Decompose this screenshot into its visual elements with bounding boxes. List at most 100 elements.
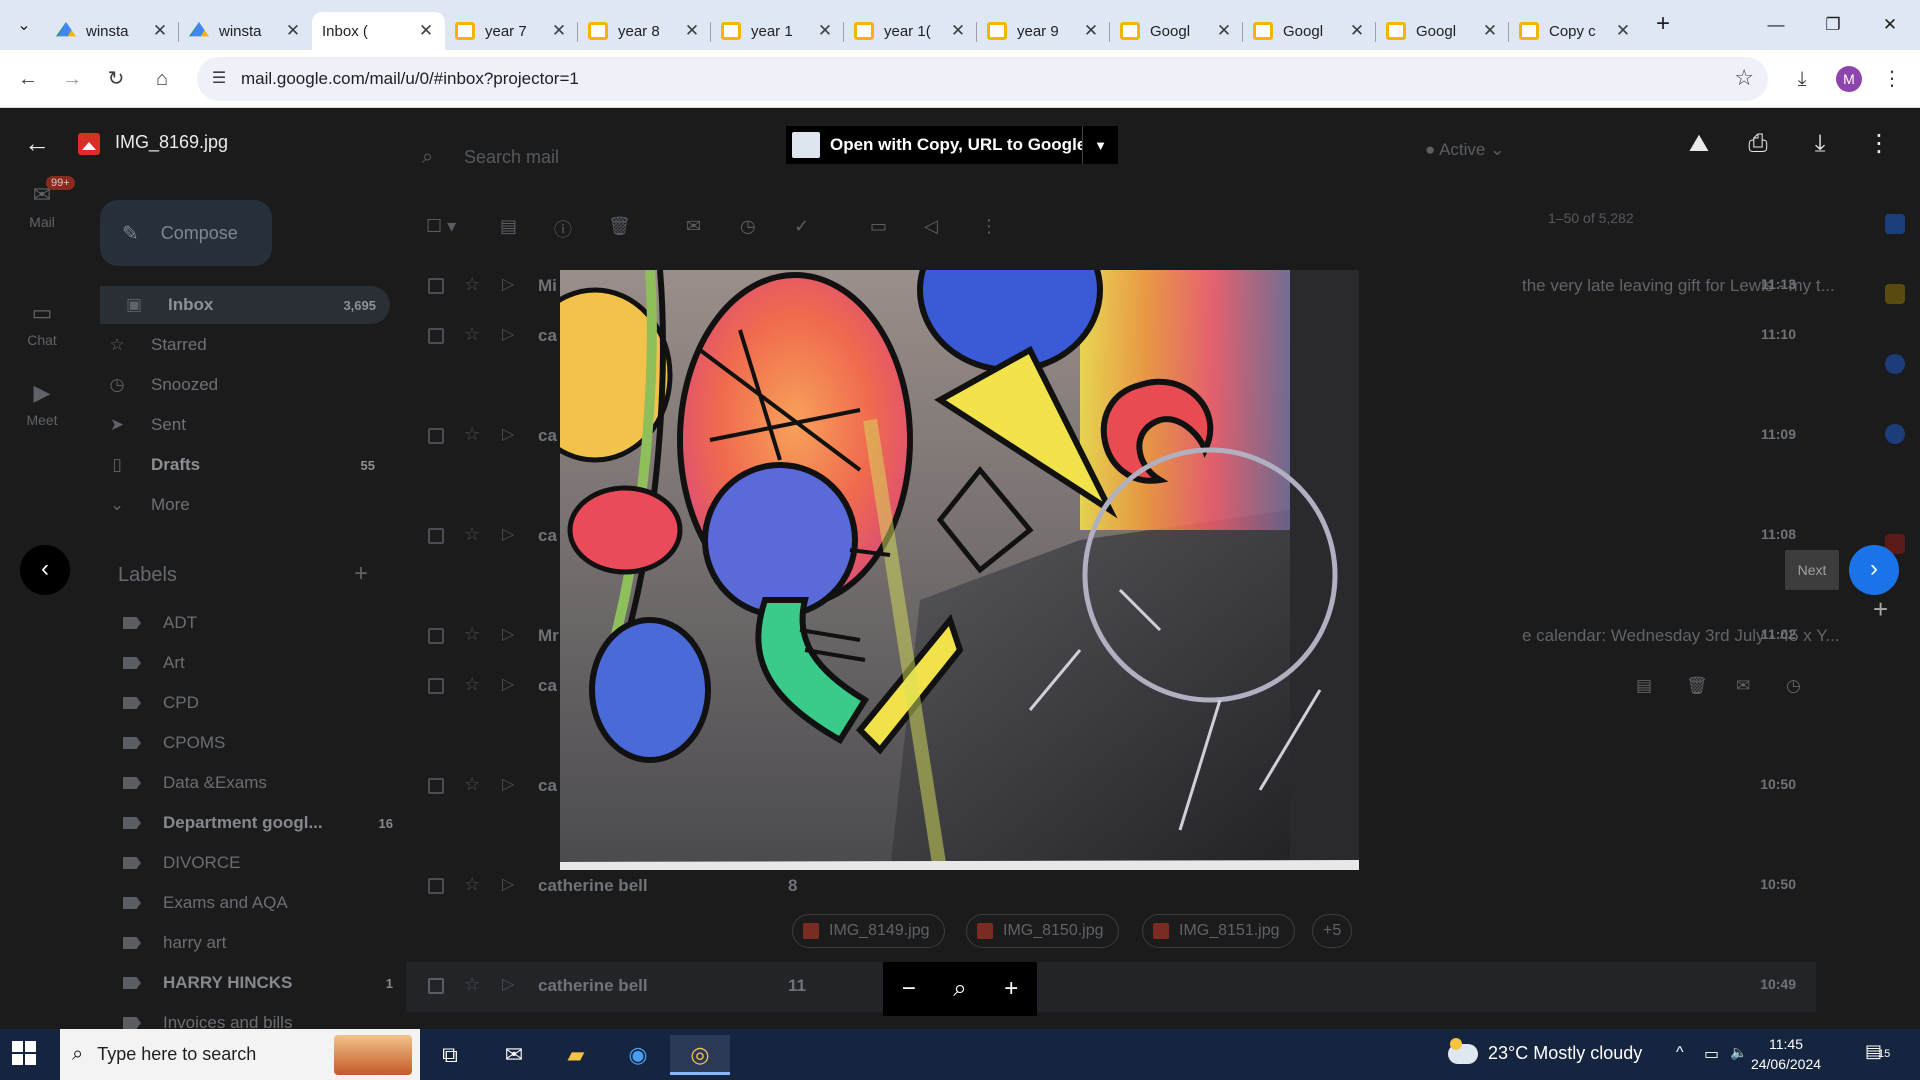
label-item[interactable]: harry art [123, 926, 403, 960]
window-close-icon[interactable]: ✕ [1867, 10, 1913, 40]
close-tab-icon[interactable]: ✕ [949, 21, 967, 41]
taskbar-search-box[interactable]: ⌕ Type here to search [60, 1029, 420, 1080]
label-item[interactable]: Exams and AQA [123, 886, 403, 920]
print-icon[interactable]: ⎙ [1742, 128, 1774, 160]
address-bar[interactable]: ☰ mail.google.com/mail/u/0/#inbox?projec… [197, 57, 1768, 101]
important-icon[interactable]: ▷ [502, 874, 514, 894]
maps-app-icon[interactable]: ◉ [618, 1035, 658, 1075]
nav-more[interactable]: ⌄ More [105, 486, 389, 524]
close-tab-icon[interactable]: ✕ [816, 21, 834, 41]
browser-tab[interactable]: year 7 ✕ [445, 12, 578, 50]
email-row[interactable]: ☆ ▷ catherine bell 11 10:49 [406, 962, 1816, 1012]
tasks-icon[interactable] [1885, 354, 1905, 374]
bookmark-star-icon[interactable]: ☆ [1734, 65, 1754, 91]
new-tab-plus-icon[interactable]: + [1650, 12, 1676, 38]
restore-icon[interactable]: ❐ [1810, 10, 1856, 40]
rail-mail[interactable]: ✉ 99+ Mail [0, 176, 84, 230]
next-image-button[interactable]: › [1849, 545, 1899, 595]
open-with-button[interactable]: Open with Copy, URL to Google ... ▼ [786, 126, 1118, 164]
delete-icon[interactable]: 🗑 [608, 216, 631, 237]
add-task-icon[interactable]: ✓ [794, 216, 809, 237]
report-spam-icon[interactable]: ⓘ [554, 216, 572, 242]
archive-icon[interactable]: ▤ [500, 216, 517, 237]
system-clock[interactable]: 11:45 24/06/2024 [1740, 1034, 1832, 1074]
open-with-dropdown-icon[interactable]: ▼ [1082, 126, 1118, 164]
tab-search-chevron-icon[interactable]: ⌄ [8, 10, 40, 40]
more-options-icon[interactable]: ⋮ [1863, 128, 1895, 160]
get-addons-plus-icon[interactable]: + [1873, 594, 1888, 625]
nav-snoozed[interactable]: ◷ Snoozed [105, 366, 389, 404]
minimize-icon[interactable]: — [1753, 10, 1799, 40]
browser-tab[interactable]: Copy c ✕ [1509, 12, 1642, 50]
network-icon[interactable]: ▭ [1704, 1044, 1719, 1064]
close-tab-icon[interactable]: ✕ [683, 21, 701, 41]
contacts-icon[interactable] [1885, 424, 1905, 444]
label-item[interactable]: Department googl... 16 [123, 806, 403, 840]
important-icon[interactable]: ▷ [502, 274, 514, 294]
nav-inbox[interactable]: ▣ Inbox 3,695 [100, 286, 390, 324]
close-tab-icon[interactable]: ✕ [417, 21, 435, 41]
snooze-icon[interactable]: ◷ [740, 216, 756, 237]
zoom-magnifier-icon[interactable]: ⌕ [953, 975, 966, 1003]
keep-icon[interactable] [1885, 284, 1905, 304]
star-icon[interactable]: ☆ [464, 774, 480, 795]
important-icon[interactable]: ▷ [502, 774, 514, 794]
browser-tab[interactable]: Googl ✕ [1243, 12, 1376, 50]
mail-app-icon[interactable]: ✉ [494, 1035, 534, 1075]
nav-starred[interactable]: ☆ Starred [105, 326, 389, 364]
label-item[interactable]: ADT [123, 606, 403, 640]
more-actions-icon[interactable]: ⋮ [980, 216, 998, 237]
rail-chat[interactable]: ▭ Chat [0, 300, 84, 348]
star-icon[interactable]: ☆ [464, 274, 480, 295]
close-tab-icon[interactable]: ✕ [1481, 21, 1499, 41]
add-to-drive-icon[interactable]: ⛰ [1683, 128, 1715, 160]
browser-tab[interactable]: Googl ✕ [1376, 12, 1509, 50]
label-item[interactable]: Invoices and bills [123, 1006, 403, 1029]
star-icon[interactable]: ☆ [464, 674, 480, 695]
notification-center-icon[interactable]: ▤15 [1865, 1041, 1890, 1062]
label-item[interactable]: CPOMS [123, 726, 403, 760]
file-explorer-icon[interactable]: ▰ [556, 1035, 596, 1075]
attachment-chip[interactable]: IMG_8151.jpg [1142, 914, 1295, 948]
close-tab-icon[interactable]: ✕ [1215, 21, 1233, 41]
star-icon[interactable]: ☆ [464, 974, 480, 995]
star-icon[interactable]: ☆ [464, 874, 480, 895]
previous-image-button[interactable]: ‹ [20, 545, 70, 595]
close-tab-icon[interactable]: ✕ [550, 21, 568, 41]
important-icon[interactable]: ▷ [502, 974, 514, 994]
compose-button[interactable]: ✎ Compose [100, 200, 272, 266]
add-label-plus-icon[interactable]: + [354, 560, 368, 588]
zoom-out-minus-icon[interactable]: − [902, 975, 916, 1003]
label-item[interactable]: DIVORCE [123, 846, 403, 880]
close-tab-icon[interactable]: ✕ [151, 21, 169, 41]
reload-icon[interactable]: ↻ [100, 63, 132, 95]
close-tab-icon[interactable]: ✕ [1082, 21, 1100, 41]
browser-tab[interactable]: winsta ✕ [46, 12, 179, 50]
windows-start-icon[interactable] [12, 1041, 38, 1067]
close-tab-icon[interactable]: ✕ [1348, 21, 1366, 41]
attachment-chip[interactable]: IMG_8149.jpg [792, 914, 945, 948]
calendar-icon[interactable] [1885, 214, 1905, 234]
chrome-icon[interactable]: ◎ [670, 1035, 730, 1075]
zoom-in-plus-icon[interactable]: + [1004, 975, 1018, 1003]
nav-sent[interactable]: ➤ Sent [105, 406, 389, 444]
url-text[interactable]: mail.google.com/mail/u/0/#inbox?projecto… [241, 69, 579, 89]
rail-meet[interactable]: ▶ Meet [0, 380, 84, 428]
tray-chevron-up-icon[interactable]: ^ [1676, 1044, 1684, 1062]
close-tab-icon[interactable]: ✕ [284, 21, 302, 41]
important-icon[interactable]: ▷ [502, 674, 514, 694]
close-viewer-back-arrow-icon[interactable]: ← [24, 128, 50, 159]
more-attachments-chip[interactable]: +5 [1312, 914, 1353, 948]
download-icon[interactable]: ⤓ [1804, 128, 1836, 160]
important-icon[interactable]: ▷ [502, 424, 514, 444]
browser-tab-active[interactable]: MInbox (✕ [312, 12, 445, 138]
label-item[interactable]: CPD [123, 686, 403, 720]
label-icon[interactable]: ◁ [924, 216, 938, 237]
browser-tab[interactable]: winsta ✕ [179, 12, 312, 50]
forward-arrow-icon[interactable]: → [56, 63, 88, 95]
important-icon[interactable]: ▷ [502, 624, 514, 644]
home-icon[interactable]: ⌂ [146, 63, 178, 95]
important-icon[interactable]: ▷ [502, 324, 514, 344]
star-icon[interactable]: ☆ [464, 624, 480, 645]
select-all-checkbox[interactable]: ☐ ▾ [426, 216, 456, 237]
